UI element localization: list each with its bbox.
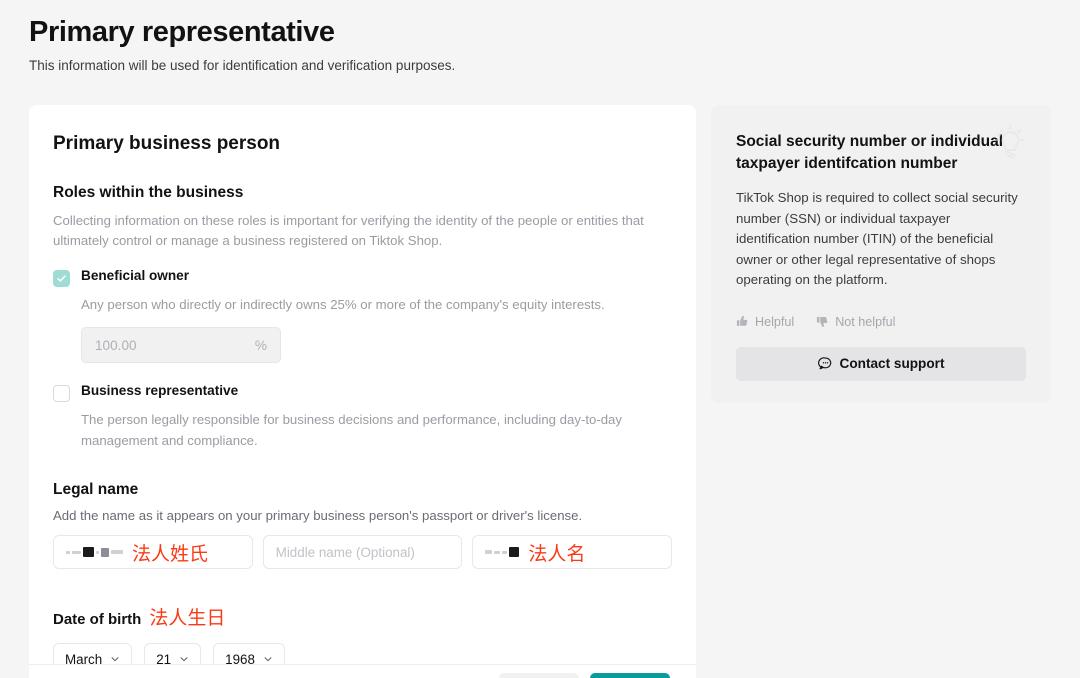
beneficial-owner-body: Beneficial owner — [81, 268, 672, 284]
chevron-down-icon — [263, 654, 273, 664]
chevron-down-icon — [179, 654, 189, 664]
roles-section-title: Roles within the business — [53, 184, 244, 201]
chat-bubble-icon — [817, 356, 833, 371]
helpful-label: Helpful — [755, 314, 795, 329]
helpful-button[interactable]: Helpful — [736, 315, 794, 329]
help-side-panel: Social security number or individual tax… — [711, 105, 1051, 403]
business-representative-checkbox[interactable] — [53, 385, 70, 403]
beneficial-owner-label: Beneficial owner — [81, 267, 190, 283]
ownership-percent-input[interactable]: 100.00 % — [81, 327, 281, 364]
ownership-percent-value: 100.00 — [95, 337, 137, 353]
roles-section-description: Collecting information on these roles is… — [53, 213, 644, 249]
side-panel-body: TikTok Shop is required to collect socia… — [736, 189, 1018, 288]
ownership-percent-wrap: 100.00 % — [53, 327, 672, 364]
thumbs-up-icon — [736, 315, 749, 328]
middle-name-placeholder: Middle name (Optional) — [275, 544, 415, 560]
page-root: Primary representative This information … — [0, 0, 1080, 678]
content-area: Primary business person Roles within the… — [29, 105, 1051, 678]
thumbs-down-icon — [816, 315, 829, 328]
not-helpful-label: Not helpful — [835, 314, 896, 329]
first-name-redaction — [66, 545, 123, 559]
last-name-input[interactable]: 法人名 — [472, 535, 673, 570]
beneficial-owner-row[interactable]: Beneficial owner — [53, 268, 672, 287]
feedback-row: Helpful Not helpful — [736, 315, 1026, 329]
contact-support-label: Contact support — [839, 356, 945, 372]
business-representative-row[interactable]: Business representative — [53, 383, 672, 403]
cancel-button[interactable] — [499, 673, 579, 678]
card-title: Primary business person — [53, 133, 281, 154]
last-name-annotation: 法人名 — [528, 542, 586, 565]
date-of-birth-annotation: 法人生日 — [149, 607, 226, 630]
not-helpful-button[interactable]: Not helpful — [816, 315, 895, 329]
first-name-input[interactable]: 法人姓氏 — [53, 535, 253, 570]
middle-name-input[interactable]: Middle name (Optional) — [262, 535, 463, 570]
legal-name-row: 法人姓氏 Middle name (Optional) 法人名 — [53, 535, 673, 570]
last-name-redaction — [485, 545, 520, 559]
legal-name-help: Add the name as it appears on your prima… — [53, 508, 583, 524]
business-representative-label: Business representative — [81, 383, 239, 399]
business-representative-body: Business representative — [81, 383, 672, 399]
first-name-annotation: 法人姓氏 — [132, 542, 209, 565]
date-of-birth-heading: Date of birth 法人生日 — [53, 603, 672, 630]
lightbulb-icon — [987, 119, 1033, 170]
contact-support-button[interactable]: Contact support — [736, 346, 1026, 381]
chevron-down-icon — [110, 654, 120, 664]
beneficial-owner-description: Any person who directly or indirectly ow… — [81, 296, 605, 312]
page-title: Primary representative — [29, 16, 335, 48]
date-of-birth-label: Date of birth — [53, 611, 142, 629]
legal-name-label: Legal name — [53, 481, 139, 499]
business-representative-description: The person legally responsible for busin… — [81, 412, 622, 448]
card-footer — [29, 664, 696, 678]
percent-suffix: % — [254, 337, 267, 353]
page-header: Primary representative This information … — [0, 0, 1080, 73]
primary-business-person-card: Primary business person Roles within the… — [29, 105, 696, 678]
checkmark-icon — [57, 275, 66, 282]
beneficial-owner-checkbox[interactable] — [53, 269, 70, 287]
submit-button[interactable] — [590, 673, 670, 678]
page-subtitle: This information will be used for identi… — [29, 58, 456, 74]
side-panel-title: Social security number or individual tax… — [736, 133, 1004, 173]
